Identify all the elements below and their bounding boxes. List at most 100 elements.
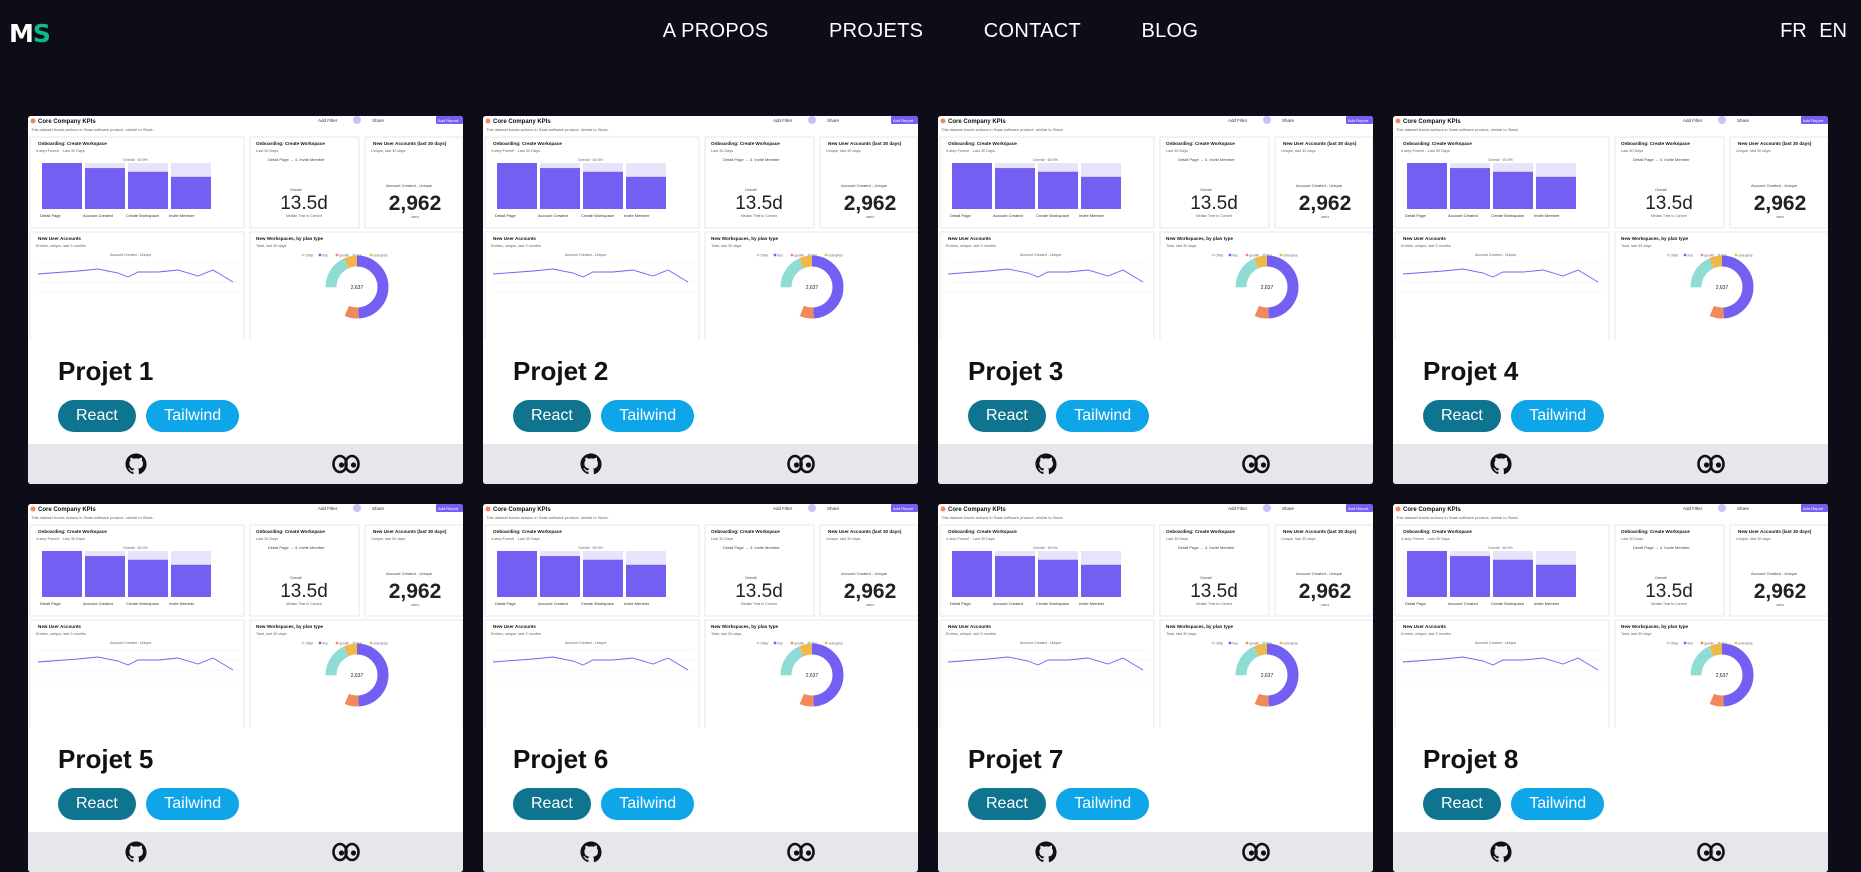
funnel-step-label: Create Workspace [126, 213, 160, 218]
add-report-button[interactable]: Add Report [1803, 118, 1824, 123]
tag-react: React [968, 400, 1046, 432]
share-button[interactable]: Share [827, 118, 840, 123]
users-legend: Account Created - Unique [1751, 183, 1798, 188]
add-report-button[interactable]: Add Report [893, 118, 914, 123]
tag-react: React [513, 788, 591, 820]
add-filter-button[interactable]: Add Filter [318, 118, 338, 123]
users-subtitle: Unique, last 30 days [371, 149, 406, 153]
donut-legend-label: enterprise [374, 641, 388, 645]
users-legend: Account Created - Unique [841, 571, 888, 576]
users-legend: Account Created - Unique [386, 571, 433, 576]
donut-legend-label: enterprise [1739, 253, 1753, 257]
funnel-bar [85, 556, 125, 597]
donut-legend-swatch [1245, 641, 1249, 645]
time-subtitle: Last 30 Days [1166, 149, 1188, 153]
share-button[interactable]: Share [372, 506, 385, 511]
add-filter-button[interactable]: Add Filter [1683, 118, 1703, 123]
live-demo-icon[interactable] [332, 842, 360, 862]
users-title: New User Accounts (last 30 days) [1738, 529, 1812, 534]
github-icon[interactable] [1035, 453, 1057, 475]
tag-react: React [58, 400, 136, 432]
donut-center-value: 2,637 [351, 673, 364, 679]
live-demo-icon[interactable] [1242, 454, 1270, 474]
funnel-step-label: Detail Page [1405, 601, 1426, 606]
donut-legend-label: Other [306, 253, 315, 257]
add-filter-button[interactable]: Add Filter [773, 506, 793, 511]
project-card-footer [938, 832, 1373, 872]
lang-fr[interactable]: FR [1780, 20, 1807, 42]
time-steps: Detail Page → 4. Invite Member [723, 157, 780, 162]
add-report-button[interactable]: Add Report [893, 506, 914, 511]
nav-link-blog[interactable]: BLOG [1141, 20, 1198, 43]
time-overall: Overall [1655, 576, 1667, 580]
donut-subtitle: Total, last 30 days [1621, 244, 1651, 248]
add-report-button[interactable]: Add Report [438, 506, 459, 511]
funnel-subtitle: 4-step Funnel · Last 30 Days [491, 537, 540, 541]
line-title: New User Accounts [38, 624, 81, 629]
time-steps: Detail Page → 4. Invite Member [268, 157, 325, 162]
funnel-step-label: Invite Member [169, 601, 195, 606]
donut-legend-label: free [323, 253, 329, 257]
donut-title: New Workspaces, by plan type [1621, 624, 1689, 629]
add-report-button[interactable]: Add Report [1348, 118, 1369, 123]
time-caption: Median Time to Convert [286, 602, 322, 606]
github-icon[interactable] [125, 453, 147, 475]
add-report-button[interactable]: Add Report [1348, 506, 1369, 511]
nav-link-contact[interactable]: CONTACT [984, 20, 1081, 43]
share-button[interactable]: Share [827, 506, 840, 511]
tag-react: React [968, 788, 1046, 820]
users-unit: users [1321, 215, 1330, 219]
users-unit: users [866, 215, 875, 219]
live-demo-icon[interactable] [1697, 454, 1725, 474]
line-title: New User Accounts [948, 236, 991, 241]
live-demo-icon[interactable] [787, 454, 815, 474]
donut-legend-swatch [301, 641, 305, 645]
add-report-button[interactable]: Add Report [438, 118, 459, 123]
donut-legend-swatch [790, 641, 794, 645]
users-value: 2,962 [1299, 192, 1352, 215]
time-subtitle: Last 30 Days [256, 149, 278, 153]
donut-subtitle: Total, last 30 days [711, 632, 741, 636]
donut-center-value: 2,637 [1716, 285, 1729, 291]
nav-link-a-propos[interactable]: A PROPOS [663, 20, 769, 43]
share-button[interactable]: Share [1282, 506, 1295, 511]
share-button[interactable]: Share [1282, 118, 1295, 123]
live-demo-icon[interactable] [787, 842, 815, 862]
live-demo-icon[interactable] [332, 454, 360, 474]
funnel-bar [1407, 163, 1447, 209]
time-overall: Overall [290, 576, 302, 580]
project-card-2: Core Company KPIs This dataset tracks ac… [483, 116, 918, 484]
add-filter-button[interactable]: Add Filter [1228, 118, 1248, 123]
github-icon[interactable] [1490, 453, 1512, 475]
add-filter-button[interactable]: Add Filter [1228, 506, 1248, 511]
project-card-footer [1393, 832, 1828, 872]
funnel-bar [1493, 559, 1533, 597]
line-legend: Account Created - Unique [110, 253, 151, 257]
live-demo-icon[interactable] [1697, 842, 1725, 862]
line-subtitle: Entries, unique, last 3 months [946, 632, 996, 636]
add-filter-button[interactable]: Add Filter [773, 118, 793, 123]
add-filter-button[interactable]: Add Filter [1683, 506, 1703, 511]
add-filter-button[interactable]: Add Filter [318, 506, 338, 511]
users-unit: users [1776, 603, 1785, 607]
funnel-step-label: Invite Member [1534, 213, 1560, 218]
nav-link-projets[interactable]: PROJETS [829, 20, 923, 43]
donut-legend-label: free [778, 641, 784, 645]
share-button[interactable]: Share [1737, 506, 1750, 511]
add-report-button[interactable]: Add Report [1803, 506, 1824, 511]
share-button[interactable]: Share [1737, 118, 1750, 123]
donut-center-value: 2,637 [806, 285, 819, 291]
donut-legend-swatch [318, 253, 322, 257]
github-icon[interactable] [580, 453, 602, 475]
funnel-step-label: Create Workspace [581, 213, 615, 218]
tag-tailwind: Tailwind [146, 788, 240, 820]
lang-en[interactable]: EN [1819, 20, 1847, 42]
time-subtitle: Last 30 Days [1621, 537, 1643, 541]
time-caption: Median Time to Convert [286, 214, 322, 218]
dash-subtitle: This dataset tracks actions in Saas soft… [941, 127, 1064, 132]
time-overall: Overall [745, 188, 757, 192]
users-legend: Account Created - Unique [1296, 571, 1343, 576]
live-demo-icon[interactable] [1242, 842, 1270, 862]
share-button[interactable]: Share [372, 118, 385, 123]
project-card-footer [938, 444, 1373, 484]
